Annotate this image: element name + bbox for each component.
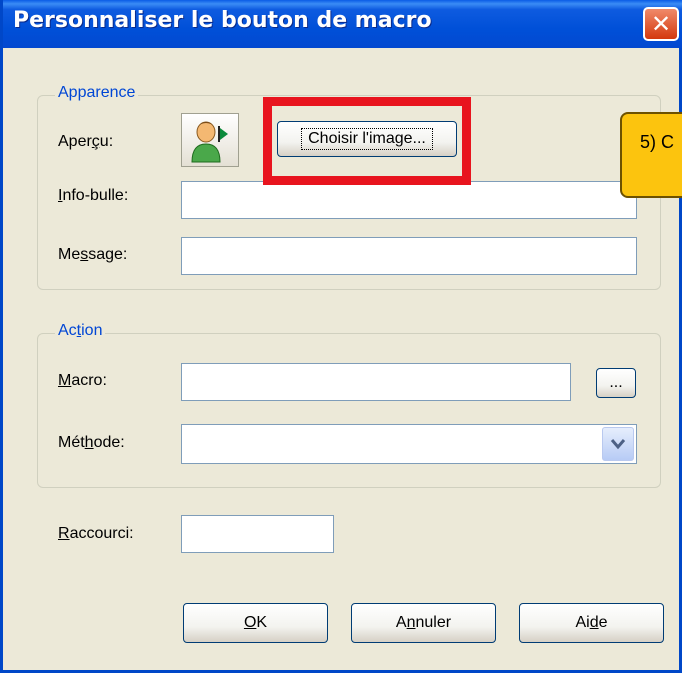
- callout-text: 5) C: [640, 132, 675, 152]
- apparence-legend: Apparence: [55, 84, 139, 102]
- cancel-button[interactable]: Annuler: [351, 603, 496, 643]
- macro-label: Macro:: [58, 372, 107, 389]
- ok-label: OK: [243, 614, 268, 631]
- infobulle-label: Info-bulle:: [58, 187, 129, 204]
- macro-input[interactable]: [181, 363, 571, 401]
- cancel-label: Annuler: [395, 614, 452, 631]
- step-callout: 5) C: [620, 112, 682, 198]
- user-arrow-icon: [191, 121, 228, 163]
- methode-select[interactable]: [181, 424, 637, 464]
- help-button[interactable]: Aide: [519, 603, 664, 643]
- message-label: Message:: [58, 246, 128, 263]
- methode-label: Méthode:: [58, 434, 125, 451]
- highlight-box: [263, 97, 471, 185]
- raccourci-label: Raccourci:: [58, 525, 134, 542]
- apercu-label: Aperçu:: [58, 133, 114, 150]
- message-input[interactable]: [181, 237, 637, 275]
- action-legend: Action: [55, 322, 106, 340]
- action-group: [37, 333, 661, 488]
- dialog-window: Personnaliser le bouton de macro ✕ Appar…: [0, 0, 682, 673]
- ok-button[interactable]: OK: [183, 603, 328, 643]
- raccourci-input[interactable]: [181, 515, 334, 553]
- chevron-down-icon: [610, 439, 626, 450]
- dropdown-button[interactable]: [602, 427, 634, 461]
- macro-browse-button[interactable]: ...: [596, 368, 636, 398]
- window-title: Personnaliser le bouton de macro: [13, 8, 432, 33]
- help-label: Aide: [575, 614, 608, 631]
- macro-preview-image: [181, 113, 239, 167]
- close-button[interactable]: ✕: [643, 7, 679, 41]
- close-icon: ✕: [650, 10, 672, 38]
- infobulle-input[interactable]: [181, 181, 637, 219]
- title-bar[interactable]: Personnaliser le bouton de macro ✕: [3, 0, 682, 48]
